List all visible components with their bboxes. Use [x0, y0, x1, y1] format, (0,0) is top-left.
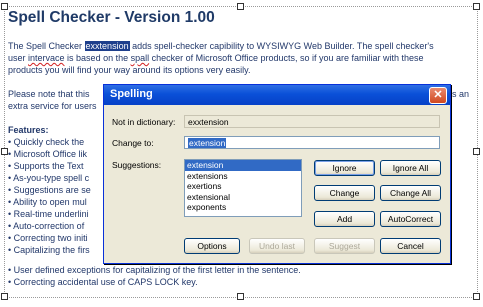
feature-item: • Supports the Text: [8, 161, 84, 171]
feature-item: • Correcting accidental use of CAPS LOCK…: [8, 277, 198, 287]
undo-last-button[interactable]: Undo last: [249, 238, 305, 254]
resize-handle-tl[interactable]: [1, 3, 8, 10]
cancel-button[interactable]: Cancel: [380, 238, 441, 254]
feature-item: • As-you-type spell c: [8, 173, 90, 183]
ignore-button[interactable]: Ignore: [314, 160, 375, 176]
suggestions-label: Suggestions:: [112, 160, 162, 170]
suggestion-item-selected[interactable]: extension: [185, 160, 301, 171]
text-run: adds spell-checker capibility to WYSIWYG…: [129, 41, 434, 51]
resize-handle-tr[interactable]: [473, 3, 480, 10]
spelling-dialog: Spelling ✕ Not in dictionary: exxtension…: [103, 84, 451, 264]
add-button[interactable]: Add: [314, 211, 375, 227]
suggestion-item[interactable]: extensions: [185, 171, 301, 182]
feature-item: • Auto-correction of: [8, 221, 85, 231]
suggestions-list[interactable]: extension extensions exertions extension…: [184, 159, 302, 217]
paragraph-2-line-1-right: s an: [452, 89, 470, 99]
options-button[interactable]: Options: [184, 238, 240, 254]
change-to-input[interactable]: extension: [184, 136, 440, 149]
text-run: is based on the: [64, 53, 131, 63]
paragraph-1-line-3: products you will find your way around i…: [8, 65, 251, 75]
suggestion-item[interactable]: extensional: [185, 192, 301, 203]
text-run: checker of Microsoft Office products, so…: [149, 53, 424, 63]
feature-item: • Suggestions are se: [8, 185, 91, 195]
change-all-button[interactable]: Change All: [380, 185, 441, 201]
paragraph-1-line-2: user intervace is based on the spall che…: [8, 52, 424, 64]
resize-handle-bl[interactable]: [1, 293, 8, 300]
text-run: The Spell Checker: [8, 41, 85, 51]
feature-item: • Ability to open mul: [8, 197, 87, 207]
feature-item: • Correcting two initi: [8, 233, 88, 243]
suggestion-item[interactable]: exertions: [185, 181, 301, 192]
text-run: user: [8, 53, 29, 63]
not-in-dictionary-label: Not in dictionary:: [112, 117, 176, 127]
close-icon: ✕: [433, 89, 443, 101]
autocorrect-button[interactable]: AutoCorrect: [380, 211, 441, 227]
resize-handle-ml[interactable]: [1, 148, 8, 155]
change-to-label: Change to:: [112, 138, 154, 148]
resize-handle-mr[interactable]: [473, 148, 480, 155]
change-to-value: extension: [188, 138, 227, 148]
feature-item: • Capitalizing the firs: [8, 245, 90, 255]
feature-item: • User defined exceptions for capitalizi…: [8, 265, 301, 275]
suggestion-item[interactable]: exponents: [185, 202, 301, 213]
dialog-titlebar[interactable]: Spelling ✕: [104, 85, 450, 105]
misspelled-word: spall: [130, 53, 150, 63]
paragraph-2-line-2: extra service for users: [8, 101, 97, 111]
highlighted-misspelling: exxtension: [84, 41, 130, 51]
not-in-dictionary-field: exxtension: [184, 115, 440, 128]
resize-handle-bc[interactable]: [237, 293, 244, 300]
feature-item: • Real-time underlini: [8, 209, 89, 219]
paragraph-1-line-1: The Spell Checker exxtension adds spell-…: [8, 40, 434, 52]
resize-handle-tc[interactable]: [237, 3, 244, 10]
suggest-button[interactable]: Suggest: [314, 238, 375, 254]
paragraph-2-line-1-left: Please note that this: [8, 89, 90, 99]
ignore-all-button[interactable]: Ignore All: [380, 160, 441, 176]
feature-item: • Microsoft Office lik: [8, 149, 88, 159]
dialog-title: Spelling: [110, 88, 153, 100]
close-button[interactable]: ✕: [429, 87, 447, 104]
misspelled-word: intervace: [28, 53, 65, 63]
change-button[interactable]: Change: [314, 185, 375, 201]
features-heading: Features:: [8, 125, 49, 135]
resize-handle-br[interactable]: [473, 293, 480, 300]
document-title: Spell Checker - Version 1.00: [8, 9, 215, 26]
feature-item: • Quickly check the: [8, 137, 85, 147]
